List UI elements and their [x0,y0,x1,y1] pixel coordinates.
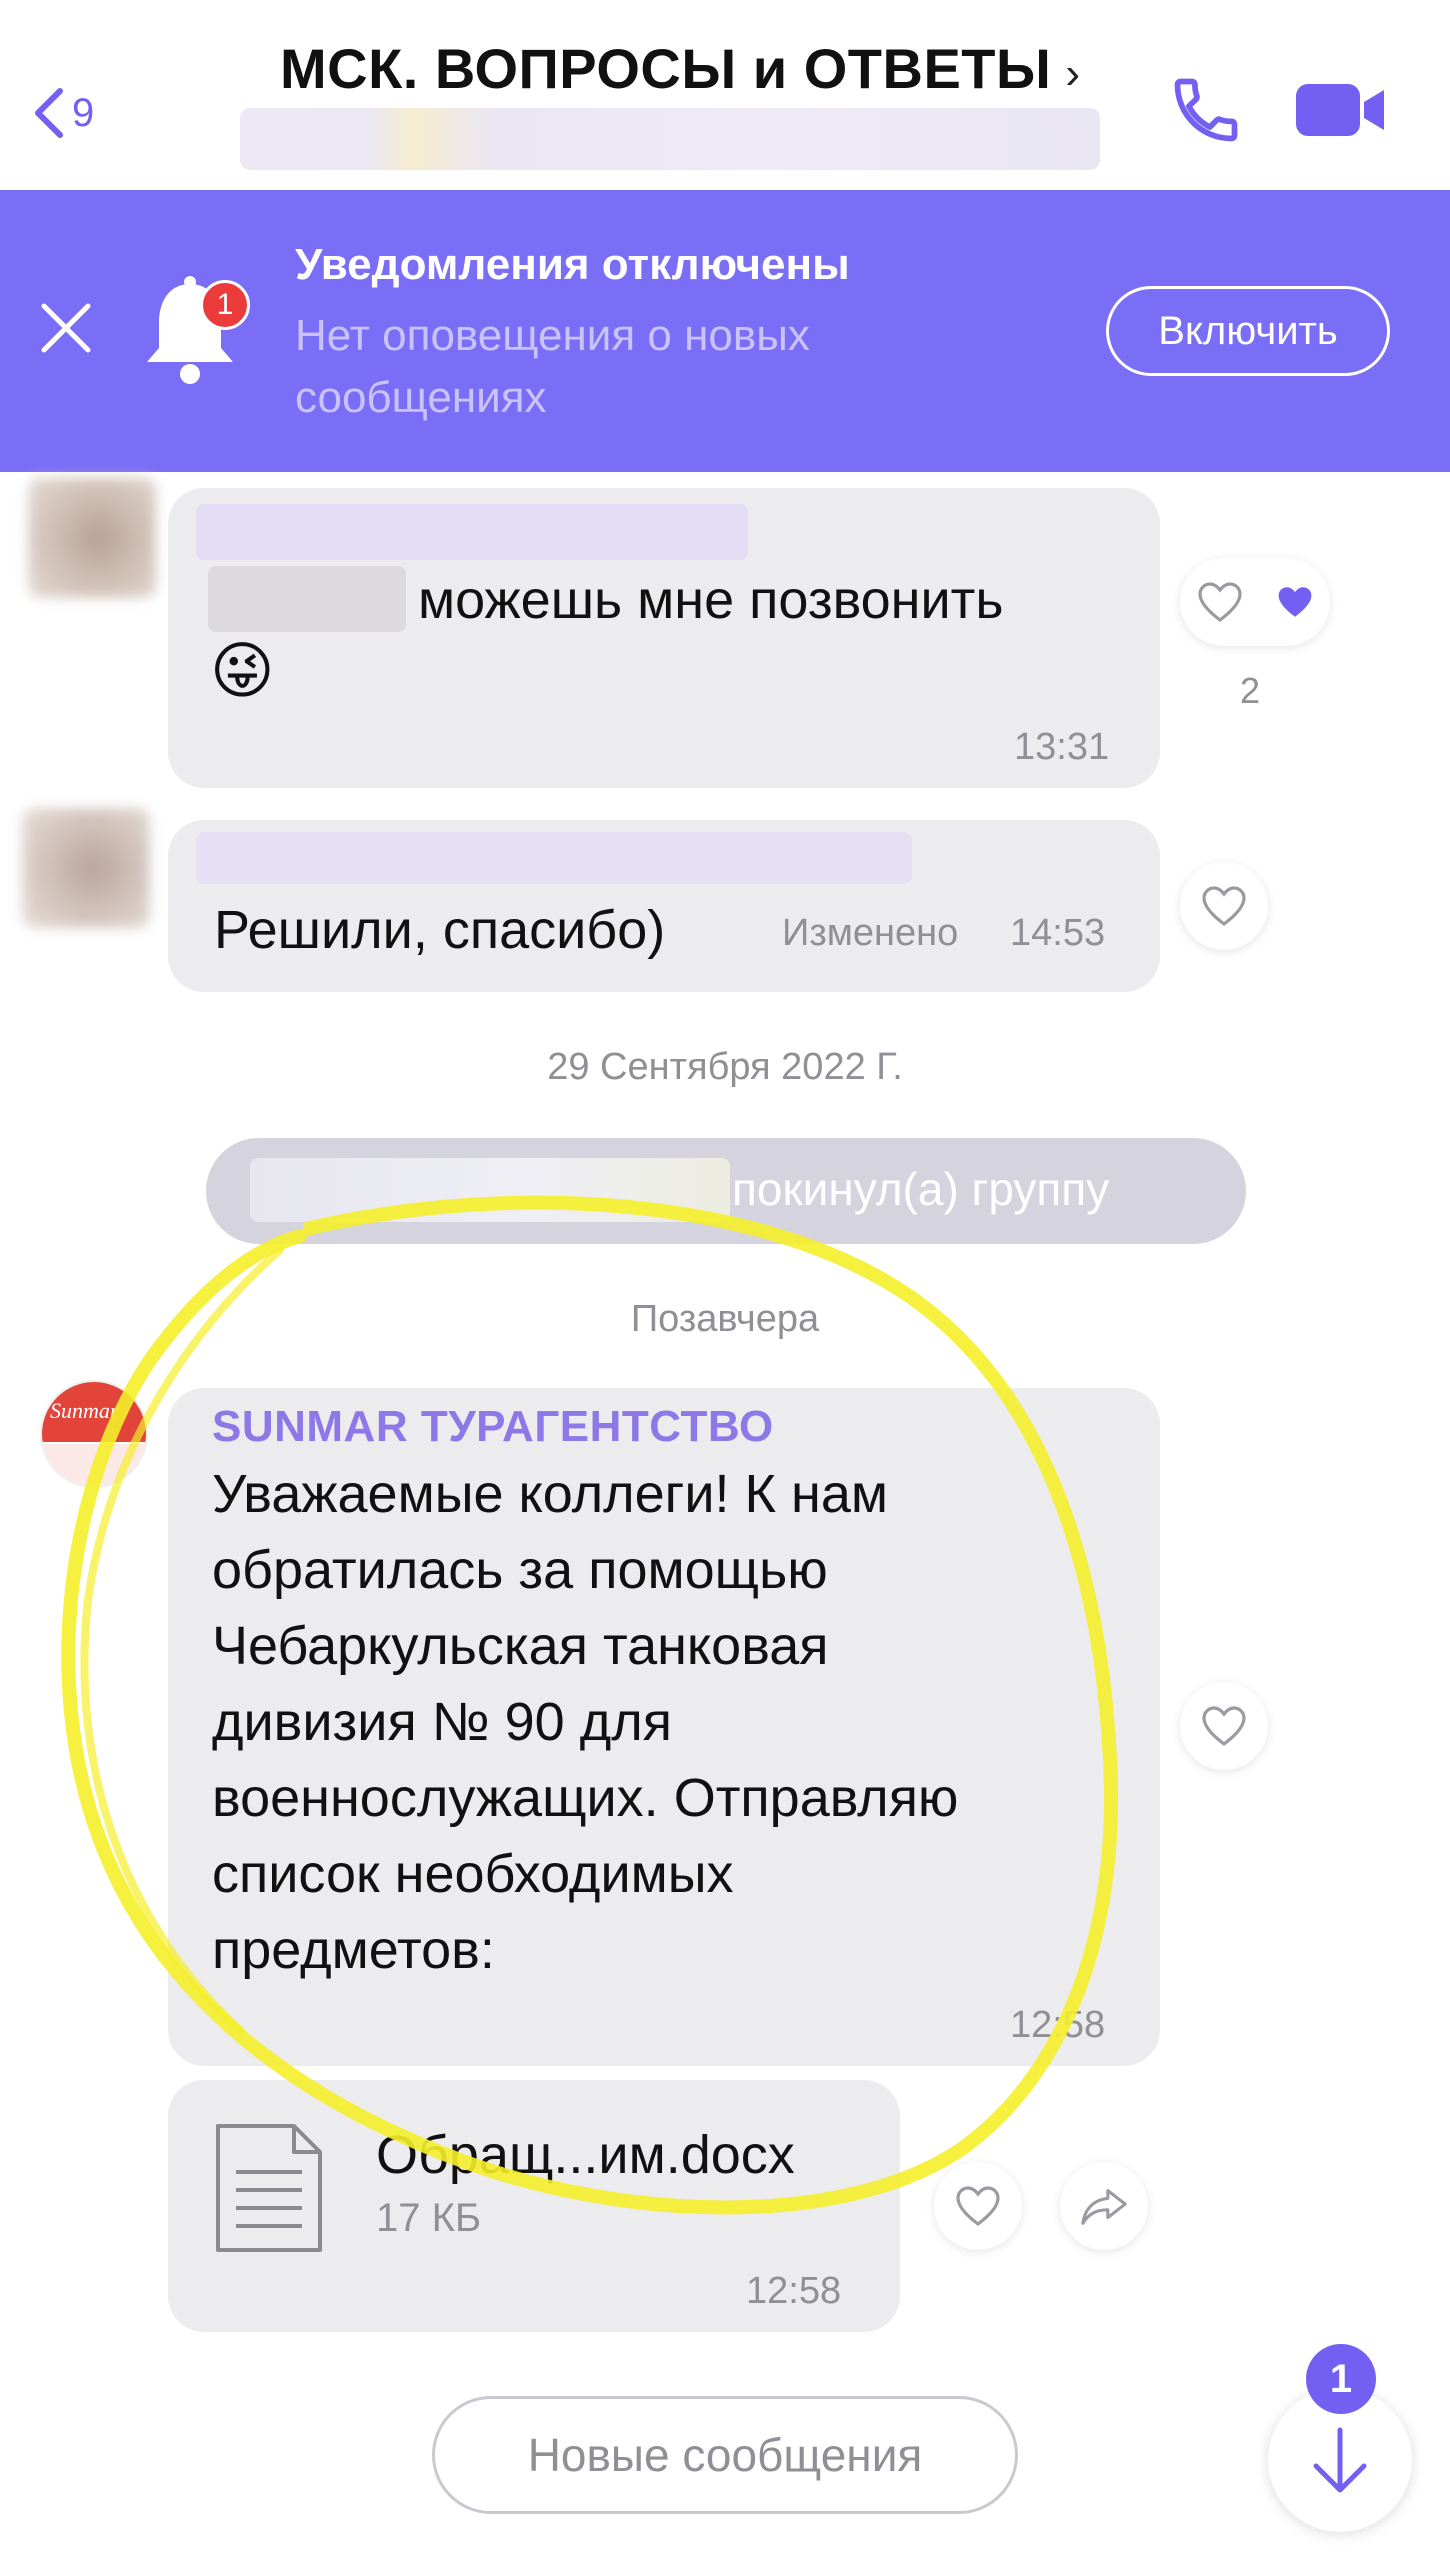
back-unread-count: 9 [72,90,95,135]
call-button[interactable] [1168,72,1244,148]
message-line: дивизия № 90 для [212,1692,672,1752]
chevron-left-icon [35,88,63,138]
sender-name-redacted [196,832,912,884]
sender-name[interactable]: SUNMAR ТУРАГЕНТСТВО [212,1402,774,1452]
like-count: 2 [1240,670,1261,711]
share-arrow-icon [1081,2189,1127,2225]
heart-filled-icon [1278,587,1311,617]
edited-label: Изменено [782,912,959,954]
avatar[interactable]: Sunmar [40,1380,148,1488]
new-messages-button[interactable]: Новые сообщения [432,2396,1018,2514]
like-button[interactable] [934,2162,1022,2250]
sender-name-redacted [196,504,748,560]
wink-emoji: 😜 [210,637,275,706]
heart-outline-icon [956,2186,1000,2227]
chevron-right-icon: › [1065,49,1080,98]
notification-badge: 1 [200,280,250,330]
chat-title[interactable]: МСК. ВОПРОСЫ и ОТВЕТЫ › [240,36,1120,101]
sunmar-logo-footer [42,1444,146,1486]
avatar[interactable] [22,808,150,928]
chat-title-text: МСК. ВОПРОСЫ и ОТВЕТЫ [280,37,1052,100]
message-line: предметов: [212,1920,495,1980]
like-button[interactable] [1180,1682,1268,1770]
chat-subtitle-redacted [240,108,1100,170]
like-button[interactable] [1180,862,1268,950]
message-line: Уважаемые коллеги! К нам [212,1464,888,1524]
message-time: 12:58 [1010,2004,1106,2046]
message-text: можешь мне позвонить [418,570,1004,630]
file-size: 17 КБ [376,2196,482,2240]
heart-outline-icon [1202,886,1246,927]
phone-icon [1174,78,1238,142]
message-line: военнослужащих. Отправляю [212,1768,959,1828]
video-call-button[interactable] [1290,72,1390,148]
unread-badge: 1 [1306,2344,1376,2414]
message-line: Чебаркульская танковая [212,1616,829,1676]
message-time: 14:53 [1010,912,1106,954]
close-icon [41,303,91,353]
message-line: список необходимых [212,1844,734,1904]
heart-outline-icon [1202,1706,1246,1747]
message-time: 13:31 [1014,726,1110,768]
video-camera-icon [1296,84,1384,136]
back-button[interactable]: 9 [28,78,118,148]
message-text: Решили, спасибо) [214,900,666,960]
sunmar-logo-text: Sunmar [50,1398,119,1423]
like-button[interactable] [1180,558,1330,646]
date-separator: Позавчера [630,1298,820,1340]
member-name-redacted [250,1158,730,1222]
message-line: обратилась за помощью [212,1540,828,1600]
banner-title: Уведомления отключены [295,240,850,289]
date-separator: 29 Сентября 2022 Г. [547,1046,903,1088]
arrow-down-icon [1313,2427,1367,2493]
mention-redacted [208,566,406,632]
file-name[interactable]: Обращ...им.docx [376,2124,795,2186]
avatar[interactable] [28,478,156,598]
banner-close-button[interactable] [34,296,98,360]
share-button[interactable] [1060,2162,1148,2250]
system-message-text: покинул(а) группу [732,1163,1110,1215]
enable-notifications-button[interactable]: Включить [1106,286,1390,376]
chat-header: 9 МСК. ВОПРОСЫ и ОТВЕТЫ › [0,0,1450,190]
message-time: 12:58 [746,2270,842,2312]
document-icon [210,2120,328,2256]
heart-outline-icon [1197,582,1242,623]
banner-subtitle: Нет оповещения о новых сообщениях [295,311,810,422]
